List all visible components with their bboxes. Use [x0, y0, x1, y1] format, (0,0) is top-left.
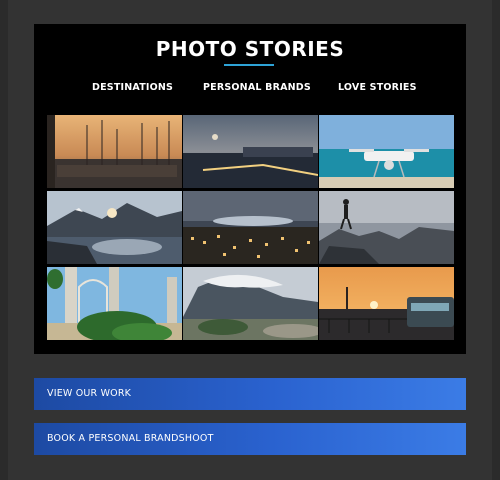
mountain-lake-photo[interactable]: [47, 191, 182, 264]
photo-stories-panel: PHOTO STORIES DESTINATIONS PERSONAL BRAN…: [34, 24, 466, 354]
nav-item-personal-brands[interactable]: PERSONAL BRANDS: [203, 82, 311, 93]
photo-grid: [47, 115, 454, 340]
category-nav: DESTINATIONS PERSONAL BRANDS LOVE STORIE…: [34, 82, 466, 98]
view-our-work-button[interactable]: VIEW OUR WORK: [34, 378, 466, 410]
title-underline: [224, 64, 274, 66]
drone-over-beach-photo[interactable]: [319, 115, 454, 188]
hiker-on-rocks-photo[interactable]: [319, 191, 454, 264]
tropical-gate-photo[interactable]: [47, 267, 182, 340]
page-title: PHOTO STORIES: [155, 37, 345, 61]
nav-item-destinations[interactable]: DESTINATIONS: [92, 82, 173, 93]
page: PHOTO STORIES DESTINATIONS PERSONAL BRAN…: [8, 0, 492, 480]
sunset-pier-photo[interactable]: [319, 267, 454, 340]
cloudy-mountain-town-photo[interactable]: [183, 267, 318, 340]
book-brandshoot-button[interactable]: BOOK A PERSONAL BRANDSHOOT: [34, 423, 466, 455]
nav-item-love-stories[interactable]: LOVE STORIES: [338, 82, 417, 93]
city-waterfront-dusk-photo[interactable]: [183, 115, 318, 188]
city-at-night-photo[interactable]: [183, 191, 318, 264]
harbor-sunset-photo[interactable]: [47, 115, 182, 188]
